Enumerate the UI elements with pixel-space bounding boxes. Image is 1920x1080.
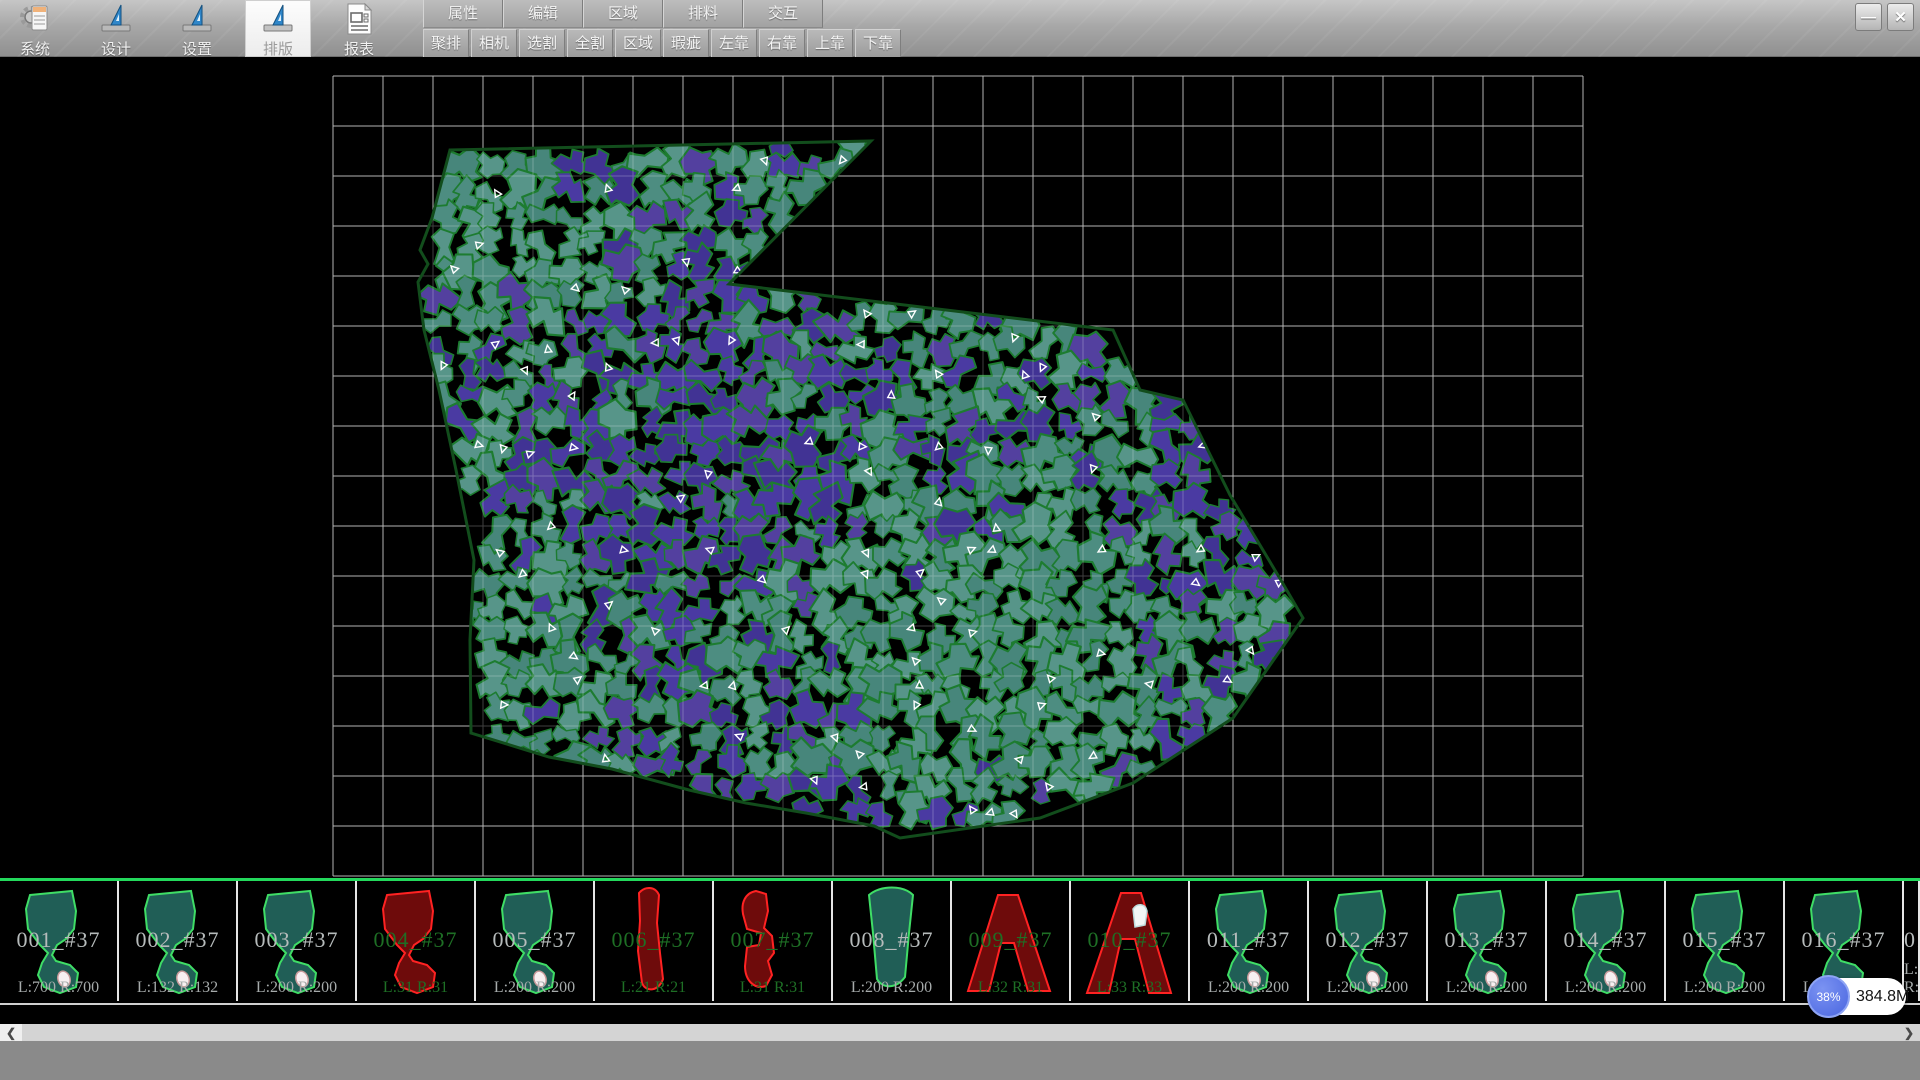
part-thumbnail-009_#37[interactable]: 009_#37 L:32 R:31 [952, 881, 1071, 1001]
tool-button-3[interactable]: 选割 [519, 29, 565, 58]
nesting-ruler-icon [259, 1, 297, 37]
part-lr-label: L:200 R:200 [833, 979, 950, 997]
part-lr-label: L:200 R:200 [1666, 979, 1783, 997]
tool-button-1[interactable]: 聚排 [423, 29, 469, 58]
part-id-label: 016_#37 [1785, 927, 1902, 953]
part-id-label: 002_#37 [119, 927, 236, 953]
launcher-label: 设计 [101, 38, 131, 59]
part-id-label: 003_#37 [238, 927, 355, 953]
menu-tab-3[interactable]: 区域 [583, 0, 663, 28]
menu-tab-bar: 属性编辑区域排料交互 [423, 0, 823, 28]
part-lr-label: L:200 R:200 [476, 979, 593, 997]
launcher-label: 设置 [182, 38, 212, 59]
part-id-label: 010_#37 [1071, 927, 1188, 953]
parts-thumbnail-strip: 001_#37L:700 R:700002_#37L:132 R:132003_… [0, 881, 1920, 1005]
scroll-right-arrow-icon[interactable]: ❯ [1898, 1024, 1920, 1041]
part-id-label: 017_#37 [1904, 927, 1918, 953]
close-button[interactable]: ✕ [1887, 3, 1914, 31]
window-controls: — ✕ [1855, 3, 1914, 31]
progress-pill: 38% 384.8M [1810, 978, 1906, 1015]
launcher-button-4[interactable]: 排版 [245, 0, 311, 57]
part-id-label: 009_#37 [952, 927, 1069, 953]
horizontal-scrollbar[interactable]: ❮ ❯ [0, 1024, 1920, 1041]
part-thumbnail-011_#37[interactable]: 011_#37 L:200 R:200 [1190, 881, 1309, 1001]
part-id-label: 008_#37 [833, 927, 950, 953]
memory-usage-label: 384.8M [1856, 978, 1909, 1015]
part-thumbnail-006_#37[interactable]: 006_#37 L:21 R:21 [595, 881, 714, 1001]
part-thumbnail-010_#37[interactable]: 010_#37 L:33 R:33 [1071, 881, 1190, 1001]
part-thumbnail-013_#37[interactable]: 013_#37 L:200 R:200 [1428, 881, 1547, 1001]
part-lr-label: L:21 R:21 [595, 979, 712, 997]
tool-button-9[interactable]: 上靠 [807, 29, 853, 58]
part-thumbnail-014_#37[interactable]: 014_#37 L:200 R:200 [1547, 881, 1666, 1001]
part-id-label: 007_#37 [714, 927, 831, 953]
progress-percent-badge: 38% [1807, 975, 1850, 1018]
part-id-label: 013_#37 [1428, 927, 1545, 953]
tool-button-6[interactable]: 瑕疵 [663, 29, 709, 58]
tool-button-2[interactable]: 相机 [471, 29, 517, 58]
part-thumbnail-001_#37[interactable]: 001_#37 L:700 R:700 [0, 881, 119, 1001]
tool-button-5[interactable]: 区域 [615, 29, 661, 58]
launcher-label: 系统 [20, 38, 50, 59]
tool-button-4[interactable]: 全割 [567, 29, 613, 58]
menu-tab-1[interactable]: 属性 [423, 0, 503, 28]
part-lr-label: L:200 R:200 [1547, 979, 1664, 997]
part-id-label: 001_#37 [0, 927, 117, 953]
tool-button-7[interactable]: 左靠 [711, 29, 757, 58]
part-thumbnail-012_#37[interactable]: 012_#37 L:200 R:200 [1309, 881, 1428, 1001]
launcher-label: 报表 [344, 38, 374, 59]
nesting-canvas[interactable] [0, 57, 1920, 878]
part-lr-label: L:31 R:31 [714, 979, 831, 997]
part-id-label: 015_#37 [1666, 927, 1783, 953]
part-lr-label: L:700 R:700 [0, 979, 117, 997]
launcher-button-5[interactable]: 报表 [326, 0, 392, 57]
part-thumbnail-008_#37[interactable]: 008_#37 L:200 R:200 [833, 881, 952, 1001]
part-id-label: 006_#37 [595, 927, 712, 953]
launcher-label: 排版 [263, 38, 293, 59]
launcher-button-2[interactable]: 设计 [83, 0, 149, 57]
toolbar: 系统设计设置排版报表 属性编辑区域排料交互 聚排相机选割全割区域瑕疵左靠右靠上靠… [0, 0, 1920, 57]
part-thumbnail-004_#37[interactable]: 004_#37 L:31 R:31 [357, 881, 476, 1001]
part-thumbnail-003_#37[interactable]: 003_#37 L:200 R:200 [238, 881, 357, 1001]
launcher: 系统 设计 设置 排版 报表 [2, 0, 407, 57]
part-id-label: 005_#37 [476, 927, 593, 953]
application-window: 系统设计设置排版报表 属性编辑区域排料交互 聚排相机选割全割区域瑕疵左靠右靠上靠… [0, 0, 1920, 1080]
part-lr-label: L:200 R:200 [1309, 979, 1426, 997]
design-ruler-icon [97, 1, 135, 37]
tool-button-8[interactable]: 右靠 [759, 29, 805, 58]
part-thumbnail-007_#37[interactable]: 007_#37 L:31 R:31 [714, 881, 833, 1001]
part-id-label: 012_#37 [1309, 927, 1426, 953]
launcher-button-3[interactable]: 设置 [164, 0, 230, 57]
part-id-label: 014_#37 [1547, 927, 1664, 953]
part-lr-label: L:31 R:31 [357, 979, 474, 997]
menu-tab-5[interactable]: 交互 [743, 0, 823, 28]
report-doc-icon [340, 1, 378, 37]
settings-ruler-icon [178, 1, 216, 37]
tool-button-10[interactable]: 下靠 [855, 29, 901, 58]
part-thumbnail-002_#37[interactable]: 002_#37 L:132 R:132 [119, 881, 238, 1001]
part-lr-label: L:33 R:33 [1071, 979, 1188, 997]
status-bar [0, 1041, 1920, 1080]
part-lr-label: L:200 R:200 [238, 979, 355, 997]
launcher-button-1[interactable]: 系统 [2, 0, 68, 57]
system-gear-icon [16, 1, 54, 37]
part-id-label: 004_#37 [357, 927, 474, 953]
part-lr-label: L:32 R:31 [952, 979, 1069, 997]
scroll-left-arrow-icon[interactable]: ❮ [0, 1024, 22, 1041]
part-thumbnail-015_#37[interactable]: 015_#37 L:200 R:200 [1666, 881, 1785, 1001]
part-thumbnail-005_#37[interactable]: 005_#37 L:200 R:200 [476, 881, 595, 1001]
part-lr-label: L:132 R:132 [119, 979, 236, 997]
part-lr-label: L:200 R:200 [1190, 979, 1307, 997]
menu-tab-4[interactable]: 排料 [663, 0, 743, 28]
tool-button-bar: 聚排相机选割全割区域瑕疵左靠右靠上靠下靠 [423, 29, 903, 57]
menu-tab-2[interactable]: 编辑 [503, 0, 583, 28]
part-id-label: 011_#37 [1190, 927, 1307, 953]
part-lr-label: L:200 R:200 [1428, 979, 1545, 997]
minimize-button[interactable]: — [1855, 3, 1882, 31]
